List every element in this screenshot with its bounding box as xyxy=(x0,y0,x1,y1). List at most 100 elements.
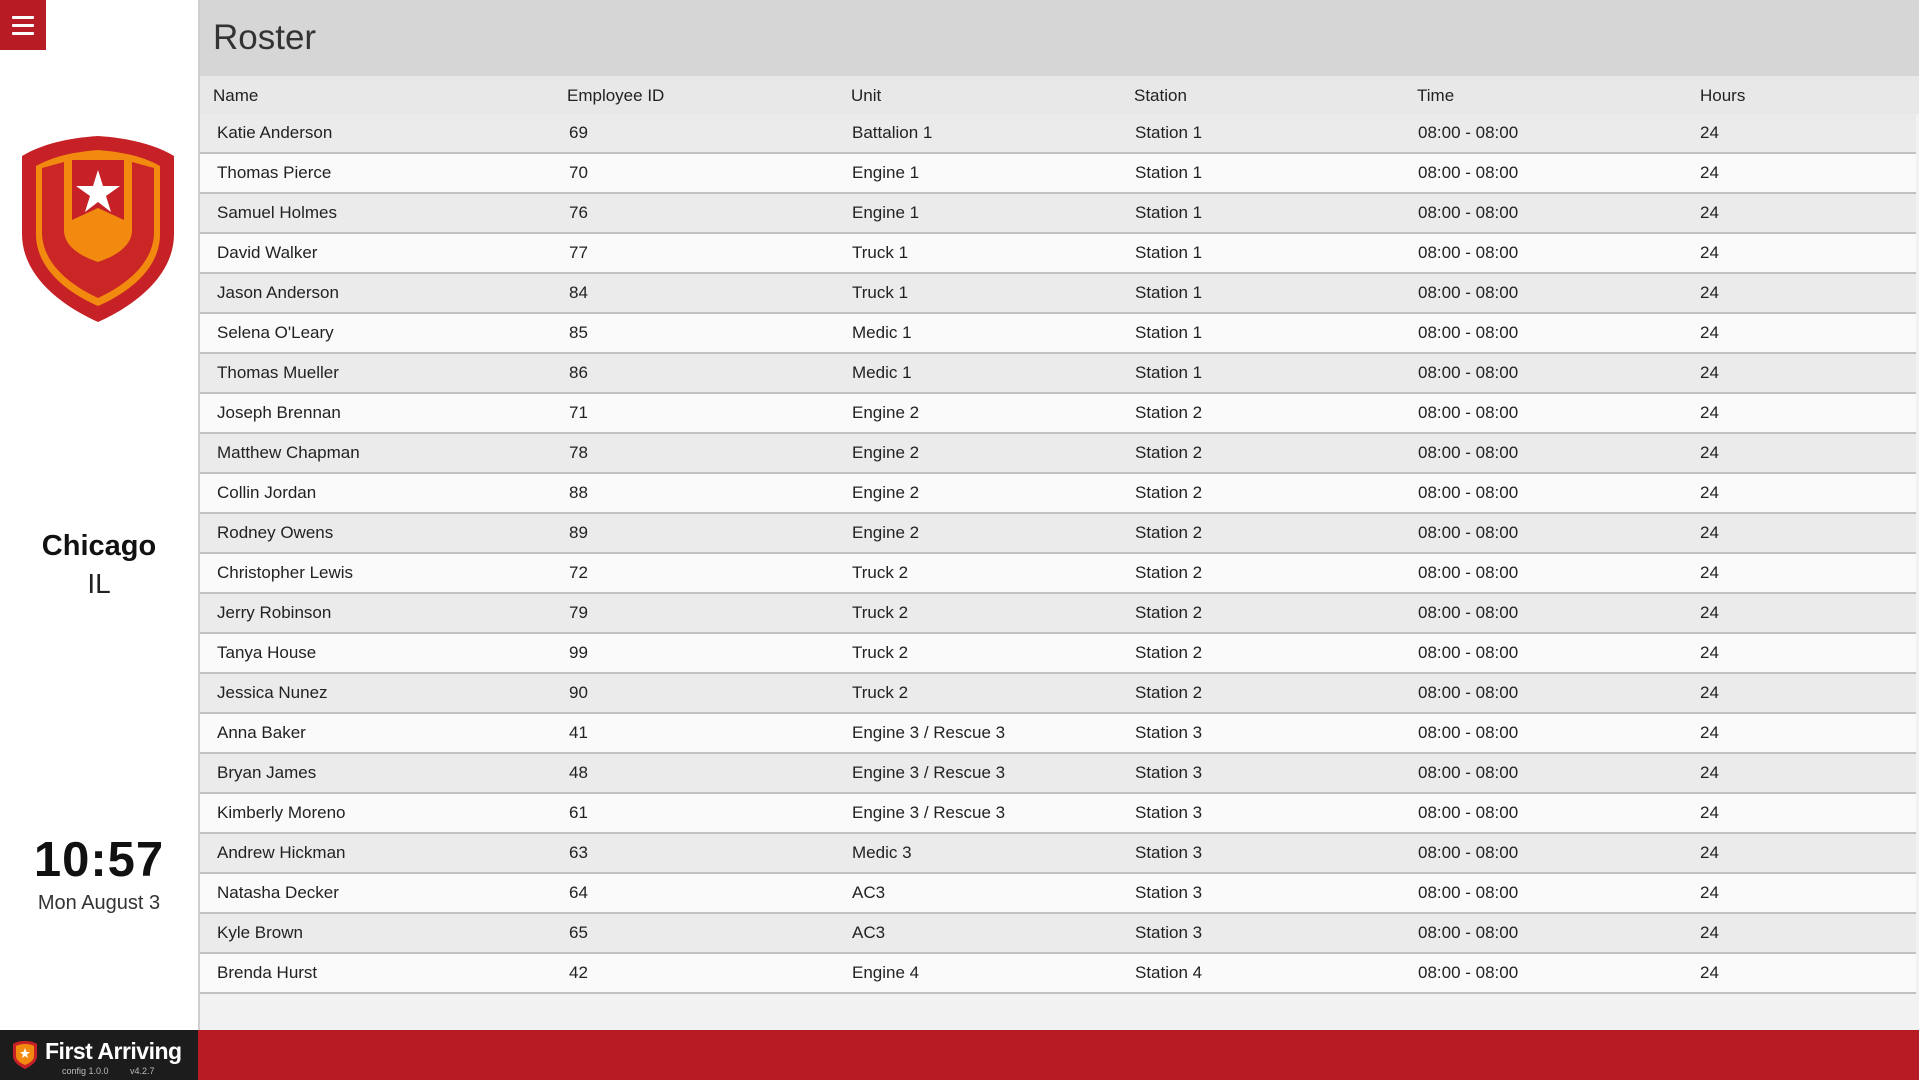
cell-station: Station 1 xyxy=(1135,283,1203,302)
cell-unit: Engine 3 / Rescue 3 xyxy=(852,803,1006,822)
title-bar: Roster xyxy=(200,0,1919,76)
cell-unit: Battalion 1 xyxy=(852,123,933,142)
brand-block: First Arriving config 1.0.0 v4.2.7 xyxy=(0,1030,198,1080)
cell-unit: Medic 3 xyxy=(852,843,912,862)
cell-employee-id: 77 xyxy=(569,243,588,262)
cell-employee-id: 72 xyxy=(569,563,588,582)
cell-hours: 24 xyxy=(1700,483,1719,502)
table-row[interactable]: Thomas Mueller 86 Medic 1 Station 1 08:00 - … xyxy=(200,354,1916,394)
table-row[interactable]: Jessica Nunez 90 Truck 2 Station 2 08:00 - 0… xyxy=(200,674,1916,714)
cell-name: Tanya House xyxy=(217,643,317,662)
table-row[interactable]: Andrew Hickman 63 Medic 3 Station 3 08:00 - … xyxy=(200,834,1916,874)
cell-unit: Medic 1 xyxy=(852,363,912,382)
cell-name: Kimberly Moreno xyxy=(217,803,346,822)
cell-time: 08:00 - 08:00 xyxy=(1418,123,1519,142)
cell-name: Jerry Robinson xyxy=(217,603,332,622)
cell-name: Joseph Brennan xyxy=(217,403,341,422)
table-row[interactable]: Joseph Brennan 71 Engine 2 Station 2 08:00 -… xyxy=(200,394,1916,434)
column-header-unit[interactable]: Unit xyxy=(851,86,881,106)
cell-station: Station 2 xyxy=(1135,523,1203,542)
cell-unit: Engine 2 xyxy=(852,403,920,422)
table-row[interactable]: Samuel Holmes 76 Engine 1 Station 1 08:00 - … xyxy=(200,194,1916,234)
table-row[interactable]: Jason Anderson 84 Truck 1 Station 1 08:00 - … xyxy=(200,274,1916,314)
cell-employee-id: 79 xyxy=(569,603,588,622)
table-row[interactable]: Christopher Lewis 72 Truck 2 Station 2 08:00… xyxy=(200,554,1916,594)
cell-employee-id: 64 xyxy=(569,883,588,902)
cell-hours: 24 xyxy=(1700,563,1719,582)
cell-station: Station 3 xyxy=(1135,843,1203,862)
cell-hours: 24 xyxy=(1700,683,1719,702)
column-header-hours[interactable]: Hours xyxy=(1700,86,1745,106)
cell-unit: Truck 2 xyxy=(852,683,909,702)
cell-unit: Engine 1 xyxy=(852,163,920,182)
cell-hours: 24 xyxy=(1700,243,1719,262)
cell-station: Station 2 xyxy=(1135,563,1203,582)
cell-time: 08:00 - 08:00 xyxy=(1418,403,1519,422)
cell-time: 08:00 - 08:00 xyxy=(1418,163,1519,182)
cell-time: 08:00 - 08:00 xyxy=(1418,563,1519,582)
cell-station: Station 2 xyxy=(1135,643,1203,662)
table-row[interactable]: Katie Anderson 69 Battalion 1 Station 1 08:0… xyxy=(200,114,1916,154)
table-row[interactable]: Collin Jordan 88 Engine 2 Station 2 08:00 - … xyxy=(200,474,1916,514)
cell-name: Rodney Owens xyxy=(217,523,334,542)
table-row[interactable]: Kyle Brown 65 AC3 Station 3 08:00 - 08:00 24 xyxy=(200,914,1916,954)
cell-time: 08:00 - 08:00 xyxy=(1418,683,1519,702)
cell-station: Station 4 xyxy=(1135,963,1203,982)
cell-hours: 24 xyxy=(1700,963,1719,982)
cell-employee-id: 85 xyxy=(569,323,588,342)
cell-employee-id: 63 xyxy=(569,843,588,862)
cell-unit: Engine 4 xyxy=(852,963,920,982)
cell-time: 08:00 - 08:00 xyxy=(1418,603,1519,622)
hamburger-menu-icon[interactable] xyxy=(0,0,46,50)
cell-name: Thomas Mueller xyxy=(217,363,339,382)
table-row[interactable]: Rodney Owens 89 Engine 2 Station 2 08:00 - 0… xyxy=(200,514,1916,554)
cell-time: 08:00 - 08:00 xyxy=(1418,203,1519,222)
cell-time: 08:00 - 08:00 xyxy=(1418,963,1519,982)
table-row[interactable]: Jerry Robinson 79 Truck 2 Station 2 08:00 - … xyxy=(200,594,1916,634)
table-row[interactable]: David Walker 77 Truck 1 Station 1 08:00 - 08… xyxy=(200,234,1916,274)
table-row[interactable]: Bryan James 48 Engine 3 / Rescue 3 Station … xyxy=(200,754,1916,794)
column-header-employee-id[interactable]: Employee ID xyxy=(567,86,664,106)
cell-hours: 24 xyxy=(1700,363,1719,382)
table-row[interactable]: Thomas Pierce 70 Engine 1 Station 1 08:00 - … xyxy=(200,154,1916,194)
cell-employee-id: 78 xyxy=(569,443,588,462)
table-row[interactable]: Natasha Decker 64 AC3 Station 3 08:00 - 08:0… xyxy=(200,874,1916,914)
cell-name: Jason Anderson xyxy=(217,283,339,302)
cell-unit: Truck 1 xyxy=(852,243,909,262)
cell-time: 08:00 - 08:00 xyxy=(1418,523,1519,542)
cell-hours: 24 xyxy=(1700,883,1719,902)
cell-hours: 24 xyxy=(1700,323,1719,342)
table-row[interactable]: Kimberly Moreno 61 Engine 3 / Rescue 3 Stat… xyxy=(200,794,1916,834)
cell-hours: 24 xyxy=(1700,403,1719,422)
cell-name: Andrew Hickman xyxy=(217,843,346,862)
column-header-time[interactable]: Time xyxy=(1417,86,1454,106)
cell-station: Station 2 xyxy=(1135,603,1203,622)
cell-time: 08:00 - 08:00 xyxy=(1418,323,1519,342)
table-row[interactable]: Anna Baker 41 Engine 3 / Rescue 3 Station 3… xyxy=(200,714,1916,754)
page-title: Roster xyxy=(213,18,317,57)
table-row[interactable]: Matthew Chapman 78 Engine 2 Station 2 08:00 … xyxy=(200,434,1916,474)
table-row[interactable]: Brenda Hurst 42 Engine 4 Station 4 08:00 - 0… xyxy=(200,954,1916,994)
state-name: IL xyxy=(87,568,111,599)
cell-time: 08:00 - 08:00 xyxy=(1418,883,1519,902)
cell-time: 08:00 - 08:00 xyxy=(1418,723,1519,742)
cell-unit: Engine 3 / Rescue 3 xyxy=(852,723,1006,742)
cell-station: Station 2 xyxy=(1135,403,1203,422)
column-header-station[interactable]: Station xyxy=(1134,86,1187,106)
cell-time: 08:00 - 08:00 xyxy=(1418,763,1519,782)
cell-name: Bryan James xyxy=(217,763,317,782)
clock-time: 10:57 xyxy=(33,833,165,887)
cell-station: Station 1 xyxy=(1135,163,1203,182)
table-row[interactable]: Selena O'Leary 85 Medic 1 Station 1 08:00 - … xyxy=(200,314,1916,354)
cell-employee-id: 90 xyxy=(569,683,588,702)
column-header-name[interactable]: Name xyxy=(213,86,258,106)
cell-time: 08:00 - 08:00 xyxy=(1418,483,1519,502)
cell-name: Brenda Hurst xyxy=(217,963,318,982)
cell-hours: 24 xyxy=(1700,123,1719,142)
cell-hours: 24 xyxy=(1700,723,1719,742)
table-row[interactable]: Tanya House 99 Truck 2 Station 2 08:00 - 08:… xyxy=(200,634,1916,674)
cell-employee-id: 69 xyxy=(569,123,588,142)
cell-unit: AC3 xyxy=(852,923,886,942)
cell-station: Station 2 xyxy=(1135,443,1203,462)
cell-employee-id: 48 xyxy=(569,763,588,782)
